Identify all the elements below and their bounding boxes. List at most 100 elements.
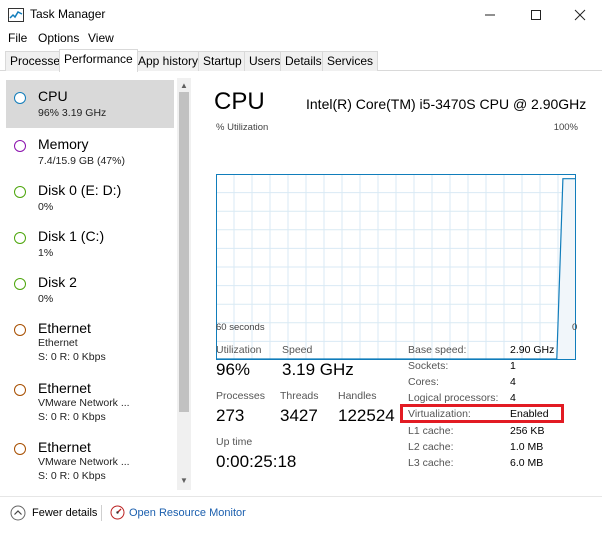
sidebar-item-ethernet-3[interactable]: Ethernet VMware Network ... S: 0 R: 0 Kb… (6, 431, 174, 489)
sidebar-item-title: Ethernet (38, 320, 91, 336)
sidebar-item-memory[interactable]: Memory 7.4/15.9 GB (47%) (6, 128, 174, 176)
cpu-indicator-icon (14, 92, 26, 104)
menu-file[interactable]: File (8, 31, 27, 45)
sidebar-item-cpu[interactable]: CPU 96% 3.19 GHz (6, 80, 174, 128)
sidebar-item-detail: Ethernet (38, 337, 78, 349)
disk-indicator-icon (14, 278, 26, 290)
menu-bar: File Options View (0, 30, 602, 48)
utilization-axis-label: % Utilization (216, 122, 269, 133)
menu-view[interactable]: View (88, 31, 114, 45)
sidebar-item-title: Memory (38, 136, 89, 152)
logical-processors-label: Logical processors: (408, 392, 499, 404)
cpu-detail-panel: CPU Intel(R) Core(TM) i5-3470S CPU @ 2.9… (214, 78, 594, 490)
sidebar-item-title: Disk 0 (E: D:) (38, 182, 122, 198)
scroll-down-arrow-icon[interactable]: ▼ (179, 476, 189, 486)
handles-label: Handles (338, 390, 377, 402)
virtualization-highlight-box (400, 404, 564, 423)
tab-strip: Processes Performance App history Startu… (0, 49, 602, 72)
sidebar-scrollbar[interactable]: ▲ ▼ (177, 78, 191, 490)
l2-cache-value: 1.0 MB (510, 441, 544, 453)
sidebar-item-title: Disk 2 (38, 274, 77, 290)
threads-value: 3427 (280, 406, 318, 425)
sidebar-item-throughput: S: 0 R: 0 Kbps (38, 470, 106, 482)
tab-performance[interactable]: Performance (59, 49, 138, 72)
time-axis-label: 60 seconds (216, 322, 265, 333)
maximize-button[interactable] (514, 0, 558, 30)
l1-cache-value: 256 KB (510, 425, 545, 437)
close-button[interactable] (558, 0, 602, 30)
sidebar-item-title: CPU (38, 88, 68, 104)
tab-startup[interactable]: Startup (198, 51, 247, 71)
window-title: Task Manager (30, 7, 106, 21)
cores-value: 4 (510, 376, 516, 388)
tab-services[interactable]: Services (322, 51, 379, 71)
processes-value: 273 (216, 406, 245, 425)
task-manager-icon (8, 8, 24, 22)
sidebar-item-throughput: S: 0 R: 0 Kbps (38, 411, 106, 423)
time-axis-end: 0 (572, 322, 578, 333)
sidebar-item-disk-1[interactable]: Disk 1 (C:) 1% (6, 220, 174, 268)
l2-cache-label: L2 cache: (408, 441, 454, 453)
sockets-label: Sockets: (408, 360, 449, 372)
close-icon (574, 9, 586, 21)
utilization-label: Utilization (216, 344, 262, 356)
cpu-model-name: Intel(R) Core(TM) i5-3470S CPU @ 2.90GHz (306, 96, 587, 112)
base-speed-value: 2.90 GHz (510, 344, 555, 356)
utilization-axis-max: 100% (553, 122, 578, 133)
sidebar-item-ethernet-1[interactable]: Ethernet Ethernet S: 0 R: 0 Kbps (6, 312, 174, 370)
speed-label: Speed (282, 344, 313, 356)
sidebar-item-title: Ethernet (38, 439, 91, 455)
ethernet-indicator-icon (14, 324, 26, 336)
sidebar-item-disk-0[interactable]: Disk 0 (E: D:) 0% (6, 174, 174, 222)
menu-options[interactable]: Options (38, 31, 79, 45)
scroll-up-arrow-icon[interactable]: ▲ (179, 81, 189, 91)
sidebar-item-disk-2[interactable]: Disk 2 0% (6, 266, 174, 314)
sidebar-item-throughput: S: 0 R: 0 Kbps (38, 351, 106, 363)
disk-indicator-icon (14, 186, 26, 198)
speed-value: 3.19 GHz (282, 360, 354, 379)
sidebar-item-title: Ethernet (38, 380, 91, 396)
sidebar-item-detail: 96% 3.19 GHz (38, 107, 107, 119)
sidebar-item-detail: 0% (38, 293, 54, 305)
logical-processors-value: 4 (510, 392, 516, 404)
sidebar-item-detail: 1% (38, 247, 54, 259)
l1-cache-label: L1 cache: (408, 425, 454, 437)
footer-bar: Fewer details Open Resource Monitor (0, 496, 602, 536)
title-bar: Task Manager (0, 0, 602, 30)
memory-indicator-icon (14, 140, 26, 152)
sidebar-item-detail: VMware Network ... (38, 456, 130, 468)
uptime-value: 0:00:25:18 (216, 452, 297, 471)
minimize-icon (485, 14, 495, 16)
ethernet-indicator-icon (14, 384, 26, 396)
ethernet-indicator-icon (14, 443, 26, 455)
tab-app-history[interactable]: App history (133, 51, 204, 71)
threads-label: Threads (280, 390, 319, 402)
processes-label: Processes (216, 390, 266, 402)
maximize-icon (531, 10, 541, 20)
resource-sidebar: CPU 96% 3.19 GHz Memory 7.4/15.9 GB (47%… (6, 78, 176, 490)
page-title: CPU (214, 88, 265, 115)
sidebar-item-title: Disk 1 (C:) (38, 228, 105, 244)
footer-divider (101, 505, 102, 521)
cpu-utilization-graph (216, 174, 576, 360)
uptime-label: Up time (216, 436, 253, 448)
sidebar-item-detail: 0% (38, 201, 54, 213)
l3-cache-label: L3 cache: (408, 457, 454, 469)
sidebar-item-detail: VMware Network ... (38, 397, 130, 409)
disk-indicator-icon (14, 232, 26, 244)
l3-cache-value: 6.0 MB (510, 457, 544, 469)
tab-details[interactable]: Details (280, 51, 327, 71)
fewer-details-button[interactable]: Fewer details (32, 507, 97, 519)
minimize-button[interactable] (468, 0, 512, 30)
handles-value: 122524 (338, 406, 395, 425)
cores-label: Cores: (408, 376, 439, 388)
base-speed-label: Base speed: (408, 344, 467, 356)
sidebar-item-ethernet-2[interactable]: Ethernet VMware Network ... S: 0 R: 0 Kb… (6, 372, 174, 430)
sockets-value: 1 (510, 360, 516, 372)
scrollbar-thumb[interactable] (179, 92, 189, 412)
chevron-up-icon[interactable] (10, 505, 26, 521)
utilization-value: 96% (216, 360, 251, 379)
sidebar-item-detail: 7.4/15.9 GB (47%) (38, 155, 125, 167)
resource-monitor-icon (110, 505, 125, 520)
open-resource-monitor-link[interactable]: Open Resource Monitor (129, 507, 246, 519)
